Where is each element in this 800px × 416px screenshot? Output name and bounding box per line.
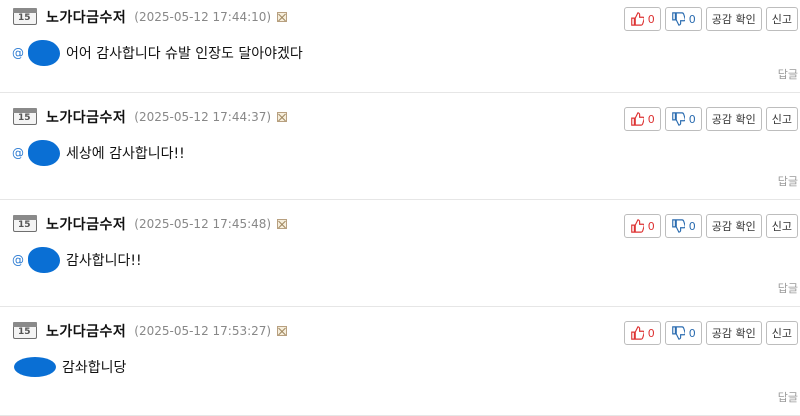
- like-count: 0: [647, 112, 655, 126]
- author-name[interactable]: 노가다금수저: [46, 321, 126, 341]
- thumbs-down-icon: [671, 326, 685, 340]
- dislike-count: 0: [688, 219, 696, 233]
- empathy-check-button[interactable]: 공감 확인: [705, 7, 762, 31]
- comment-header: 15 노가다금수저 (2025-05-12 17:45:48): [12, 212, 288, 236]
- comment-date: (2025-05-12 17:45:48): [134, 217, 272, 231]
- like-count: 0: [647, 326, 655, 340]
- comment-body: @ 감사합니다!!: [12, 246, 142, 274]
- comment-date: (2025-05-12 17:53:27): [134, 324, 272, 338]
- reply-link[interactable]: 답글: [778, 389, 798, 405]
- like-button[interactable]: 0: [623, 214, 661, 238]
- thumbs-down-icon: [671, 112, 685, 126]
- redacted-username: [14, 357, 56, 377]
- report-button[interactable]: 신고: [765, 214, 798, 238]
- thumbs-up-icon: [630, 326, 644, 340]
- mention-prefix[interactable]: @: [12, 253, 24, 267]
- level-calendar-icon: 15: [12, 214, 40, 234]
- comment-date: (2025-05-12 17:44:37): [134, 110, 272, 124]
- comment-item: 15 노가다금수저 (2025-05-12 17:45:48) 0 0 공감 확…: [0, 200, 800, 307]
- comment-body: @ 세상에 감사합니다!!: [12, 139, 185, 167]
- redacted-username: [28, 40, 60, 66]
- comment-item: 15 노가다금수저 (2025-05-12 17:44:37) 0 0 공감 확…: [0, 93, 800, 200]
- comment-text: 세상에 감사합니다!!: [66, 146, 185, 162]
- thumbs-down-icon: [671, 219, 685, 233]
- report-button[interactable]: 신고: [765, 107, 798, 131]
- mention-prefix[interactable]: @: [12, 146, 24, 160]
- comment-actions: 0 0 공감 확인 신고: [623, 7, 798, 31]
- redacted-username: [28, 140, 60, 166]
- thumbs-down-icon: [671, 12, 685, 26]
- author-name[interactable]: 노가다금수저: [46, 107, 126, 127]
- dislike-button[interactable]: 0: [664, 7, 702, 31]
- level-calendar-icon: 15: [12, 107, 40, 127]
- dislike-count: 0: [688, 326, 696, 340]
- author-name[interactable]: 노가다금수저: [46, 7, 126, 27]
- dislike-button[interactable]: 0: [664, 107, 702, 131]
- comment-text: 감솨합니당: [62, 360, 127, 376]
- comment-actions: 0 0 공감 확인 신고: [623, 214, 798, 238]
- level-calendar-icon: 15: [12, 321, 40, 341]
- reply-link[interactable]: 답글: [778, 66, 798, 82]
- delete-mark-icon[interactable]: [277, 219, 288, 229]
- empathy-check-button[interactable]: 공감 확인: [705, 214, 762, 238]
- comment-item: 15 노가다금수저 (2025-05-12 17:44:10) 0 0 공감 확…: [0, 0, 800, 93]
- reply-link[interactable]: 답글: [778, 280, 798, 296]
- level-calendar-icon: 15: [12, 7, 40, 27]
- comment-body: 감솨합니당: [12, 353, 126, 381]
- mention-prefix[interactable]: @: [12, 46, 24, 60]
- comment-body: @ 어어 감사합니다 슈발 인장도 달아야겠다: [12, 39, 303, 67]
- reply-link[interactable]: 답글: [778, 173, 798, 189]
- thumbs-up-icon: [630, 12, 644, 26]
- comment-actions: 0 0 공감 확인 신고: [623, 107, 798, 131]
- comment-header: 15 노가다금수저 (2025-05-12 17:44:37): [12, 105, 288, 129]
- comment-header: 15 노가다금수저 (2025-05-12 17:53:27): [12, 319, 288, 343]
- dislike-count: 0: [688, 112, 696, 126]
- delete-mark-icon[interactable]: [277, 326, 288, 336]
- redacted-username: [28, 247, 60, 273]
- author-name[interactable]: 노가다금수저: [46, 214, 126, 234]
- empathy-check-button[interactable]: 공감 확인: [705, 321, 762, 345]
- comment-header: 15 노가다금수저 (2025-05-12 17:44:10): [12, 5, 288, 29]
- report-button[interactable]: 신고: [765, 321, 798, 345]
- thumbs-up-icon: [630, 112, 644, 126]
- like-count: 0: [647, 219, 655, 233]
- delete-mark-icon[interactable]: [277, 12, 288, 22]
- like-button[interactable]: 0: [623, 321, 661, 345]
- dislike-button[interactable]: 0: [664, 214, 702, 238]
- dislike-button[interactable]: 0: [664, 321, 702, 345]
- comment-text: 감사합니다!!: [66, 253, 142, 269]
- comment-text: 어어 감사합니다 슈발 인장도 달아야겠다: [66, 46, 303, 62]
- comment-date: (2025-05-12 17:44:10): [134, 10, 272, 24]
- empathy-check-button[interactable]: 공감 확인: [705, 107, 762, 131]
- like-button[interactable]: 0: [623, 7, 661, 31]
- like-button[interactable]: 0: [623, 107, 661, 131]
- dislike-count: 0: [688, 12, 696, 26]
- comment-item: 15 노가다금수저 (2025-05-12 17:53:27) 0 0 공감 확…: [0, 307, 800, 416]
- comment-actions: 0 0 공감 확인 신고: [623, 321, 798, 345]
- like-count: 0: [647, 12, 655, 26]
- report-button[interactable]: 신고: [765, 7, 798, 31]
- delete-mark-icon[interactable]: [277, 112, 288, 122]
- thumbs-up-icon: [630, 219, 644, 233]
